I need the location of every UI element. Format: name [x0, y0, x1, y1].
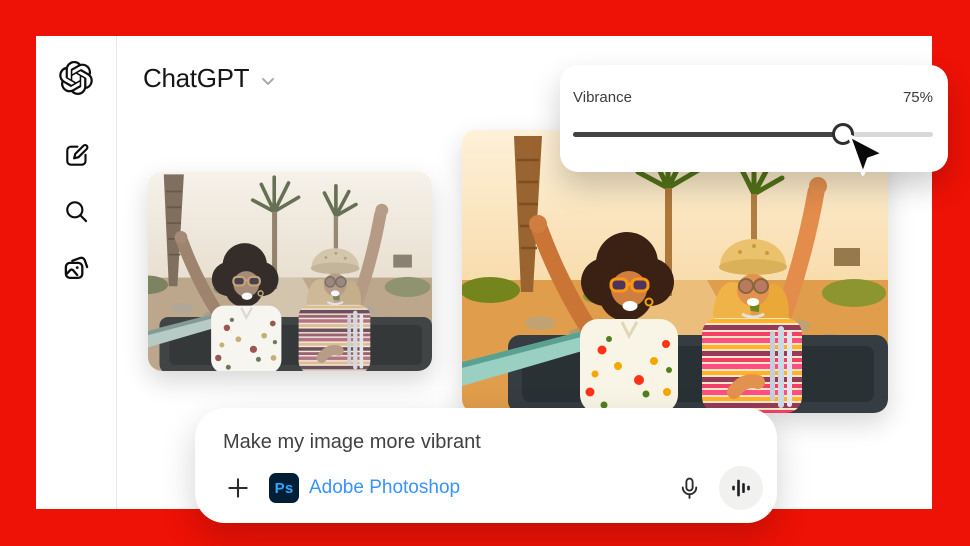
microphone-icon [677, 476, 702, 501]
vibrance-slider[interactable] [573, 123, 933, 147]
openai-logo[interactable] [57, 59, 95, 97]
slider-fill [573, 132, 843, 137]
plus-icon [225, 475, 251, 501]
photo-original-art [148, 172, 432, 371]
photo-vibrant-art [462, 130, 888, 413]
slider-knob[interactable] [832, 123, 854, 145]
library-button[interactable] [61, 252, 91, 282]
sidebar [36, 36, 117, 509]
photo-original[interactable] [148, 172, 432, 371]
search-icon [63, 198, 90, 225]
chevron-down-icon [258, 71, 278, 91]
voice-mode-button[interactable] [719, 466, 763, 510]
openai-logo-glyph [59, 61, 93, 95]
vibrance-panel: Vibrance 75% [560, 65, 948, 172]
vibrance-value: 75% [903, 89, 933, 106]
dictate-button[interactable] [674, 473, 704, 503]
vibrance-label: Vibrance [573, 89, 632, 106]
photoshop-badge: Ps [269, 473, 299, 503]
photo-vibrant[interactable] [462, 130, 888, 413]
model-picker[interactable]: ChatGPT [143, 63, 278, 94]
composer: Make my image more vibrant Ps Adobe Phot… [195, 408, 777, 523]
stage: ChatGPT [0, 0, 970, 546]
page-title: ChatGPT [143, 63, 249, 94]
attach-button[interactable] [223, 473, 253, 503]
composer-toolbar: Ps Adobe Photoshop [223, 466, 763, 510]
photoshop-plugin-chip[interactable]: Ps Adobe Photoshop [269, 473, 460, 503]
new-chat-icon [63, 142, 90, 169]
voice-waveform-icon [729, 476, 753, 500]
library-icon [62, 253, 91, 282]
search-button[interactable] [61, 196, 91, 226]
plugin-name: Adobe Photoshop [309, 477, 460, 499]
prompt-input[interactable]: Make my image more vibrant [223, 431, 749, 454]
new-chat-button[interactable] [61, 140, 91, 170]
